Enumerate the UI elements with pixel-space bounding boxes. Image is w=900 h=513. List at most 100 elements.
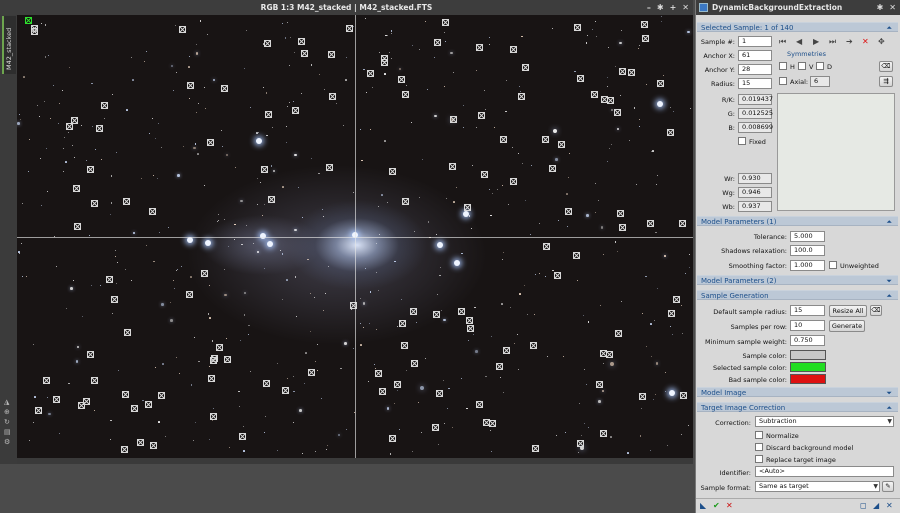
sample-marker[interactable]: [327, 51, 335, 59]
sample-marker[interactable]: [150, 441, 158, 449]
correction-select[interactable]: Subtraction ▼: [755, 416, 894, 427]
panel-titlebar[interactable]: DynamicBackgroundExtraction ✱ ✕: [696, 0, 900, 15]
samples-per-row-field[interactable]: 10: [790, 320, 825, 331]
sample-marker[interactable]: [435, 389, 443, 397]
sample-marker[interactable]: [124, 329, 132, 337]
sample-marker[interactable]: [495, 363, 503, 371]
identifier-field[interactable]: <Auto>: [755, 466, 894, 477]
sample-marker[interactable]: [149, 207, 157, 215]
sample-marker[interactable]: [96, 124, 104, 132]
sample-marker[interactable]: [375, 370, 383, 378]
apply-icon[interactable]: ✔: [713, 501, 720, 510]
close-icon[interactable]: ✕: [682, 0, 689, 15]
sample-marker[interactable]: [328, 93, 336, 101]
sample-marker[interactable]: [541, 136, 549, 144]
sample-marker[interactable]: [457, 308, 465, 316]
sample-marker[interactable]: [308, 368, 316, 376]
sample-marker[interactable]: [144, 400, 152, 408]
last-sample-icon[interactable]: ⏭: [829, 37, 836, 47]
sample-marker[interactable]: [186, 82, 194, 90]
sample-marker[interactable]: [564, 208, 572, 216]
sample-marker[interactable]: [542, 242, 550, 250]
go-to-sample-icon[interactable]: ➔: [846, 37, 853, 46]
sample-marker[interactable]: [111, 295, 119, 303]
sample-marker[interactable]: [345, 24, 353, 32]
section-target-correction[interactable]: Target Image Correction ⏶: [697, 402, 898, 412]
sample-marker[interactable]: [301, 50, 309, 58]
generate-button[interactable]: Generate: [829, 320, 865, 332]
sample-marker[interactable]: [641, 35, 649, 43]
sample-marker[interactable]: [442, 18, 450, 26]
sample-marker[interactable]: [679, 219, 687, 227]
d-checkbox[interactable]: [816, 62, 824, 70]
sample-marker[interactable]: [553, 271, 561, 279]
sample-marker[interactable]: [450, 115, 458, 123]
previous-sample-icon[interactable]: ◀: [796, 37, 802, 46]
sample-marker[interactable]: [207, 139, 215, 147]
unweighted-checkbox[interactable]: [829, 261, 837, 269]
sample-marker[interactable]: [267, 195, 275, 203]
sample-format-select[interactable]: Same as target ▼: [755, 481, 880, 492]
sample-marker[interactable]: [433, 310, 441, 318]
sample-marker[interactable]: [680, 391, 687, 399]
sample-marker[interactable]: [616, 210, 624, 218]
sample-marker[interactable]: [618, 224, 626, 232]
sample-marker[interactable]: [263, 380, 271, 388]
sample-marker[interactable]: [549, 164, 557, 172]
clear-symmetries-icon[interactable]: ⌫: [879, 61, 893, 72]
sample-marker[interactable]: [640, 20, 648, 28]
section-sample-generation[interactable]: Sample Generation ⏶: [697, 290, 898, 300]
selected-sample-marker[interactable]: [25, 17, 32, 24]
fixed-checkbox[interactable]: [738, 137, 746, 145]
sample-marker[interactable]: [87, 166, 95, 174]
sample-marker[interactable]: [238, 433, 246, 441]
section-model-params-1[interactable]: Model Parameters (1) ⏶: [697, 216, 898, 226]
sample-marker[interactable]: [481, 170, 489, 178]
resize-all-button[interactable]: Resize All: [829, 305, 867, 317]
expand-icon[interactable]: ⏷: [886, 388, 892, 398]
sample-marker[interactable]: [397, 76, 405, 84]
sample-marker[interactable]: [399, 320, 407, 328]
sample-marker[interactable]: [131, 404, 139, 412]
sample-marker[interactable]: [52, 396, 60, 404]
sample-marker[interactable]: [667, 129, 675, 137]
selected-color-swatch[interactable]: [790, 362, 826, 372]
sample-marker[interactable]: [509, 177, 517, 185]
next-sample-icon[interactable]: ▶: [813, 37, 819, 46]
sample-marker[interactable]: [411, 360, 419, 368]
sample-marker[interactable]: [378, 387, 386, 395]
radius-field[interactable]: 15: [738, 78, 772, 89]
sample-marker[interactable]: [614, 330, 622, 338]
panel-close-icon[interactable]: ✕: [889, 0, 896, 15]
sample-marker[interactable]: [224, 356, 232, 364]
sample-marker[interactable]: [482, 418, 490, 426]
maximize-icon[interactable]: +: [670, 0, 677, 15]
sample-marker[interactable]: [667, 310, 675, 318]
section-selected-sample[interactable]: Selected Sample: 1 of 140 ⏶: [697, 22, 898, 32]
sample-marker[interactable]: [522, 63, 530, 71]
sample-marker[interactable]: [83, 398, 91, 406]
sample-marker[interactable]: [208, 375, 216, 383]
section-model-image[interactable]: Model Image ⏷: [697, 387, 898, 397]
minimize-icon[interactable]: –: [647, 0, 651, 15]
h-checkbox[interactable]: [779, 62, 787, 70]
zoom-icon[interactable]: ⊕: [4, 408, 11, 416]
sample-marker[interactable]: [297, 38, 305, 46]
pin-icon[interactable]: ✱: [877, 0, 884, 15]
sample-marker[interactable]: [66, 123, 74, 131]
sample-marker[interactable]: [475, 43, 483, 51]
sample-marker[interactable]: [401, 341, 409, 349]
sample-marker[interactable]: [532, 445, 540, 453]
sample-marker[interactable]: [136, 438, 144, 446]
rotate-icon[interactable]: ↻: [4, 418, 11, 426]
anchor-y-field[interactable]: 28: [738, 64, 772, 75]
sample-marker[interactable]: [42, 376, 50, 384]
cancel-icon[interactable]: ✕: [726, 501, 733, 510]
triangle-icon[interactable]: ◮: [4, 398, 11, 406]
sample-marker[interactable]: [619, 68, 627, 76]
sample-marker[interactable]: [393, 380, 401, 388]
sample-marker[interactable]: [122, 198, 130, 206]
sample-marker[interactable]: [432, 424, 440, 432]
sample-marker[interactable]: [90, 199, 98, 207]
replace-checkbox[interactable]: [755, 455, 763, 463]
